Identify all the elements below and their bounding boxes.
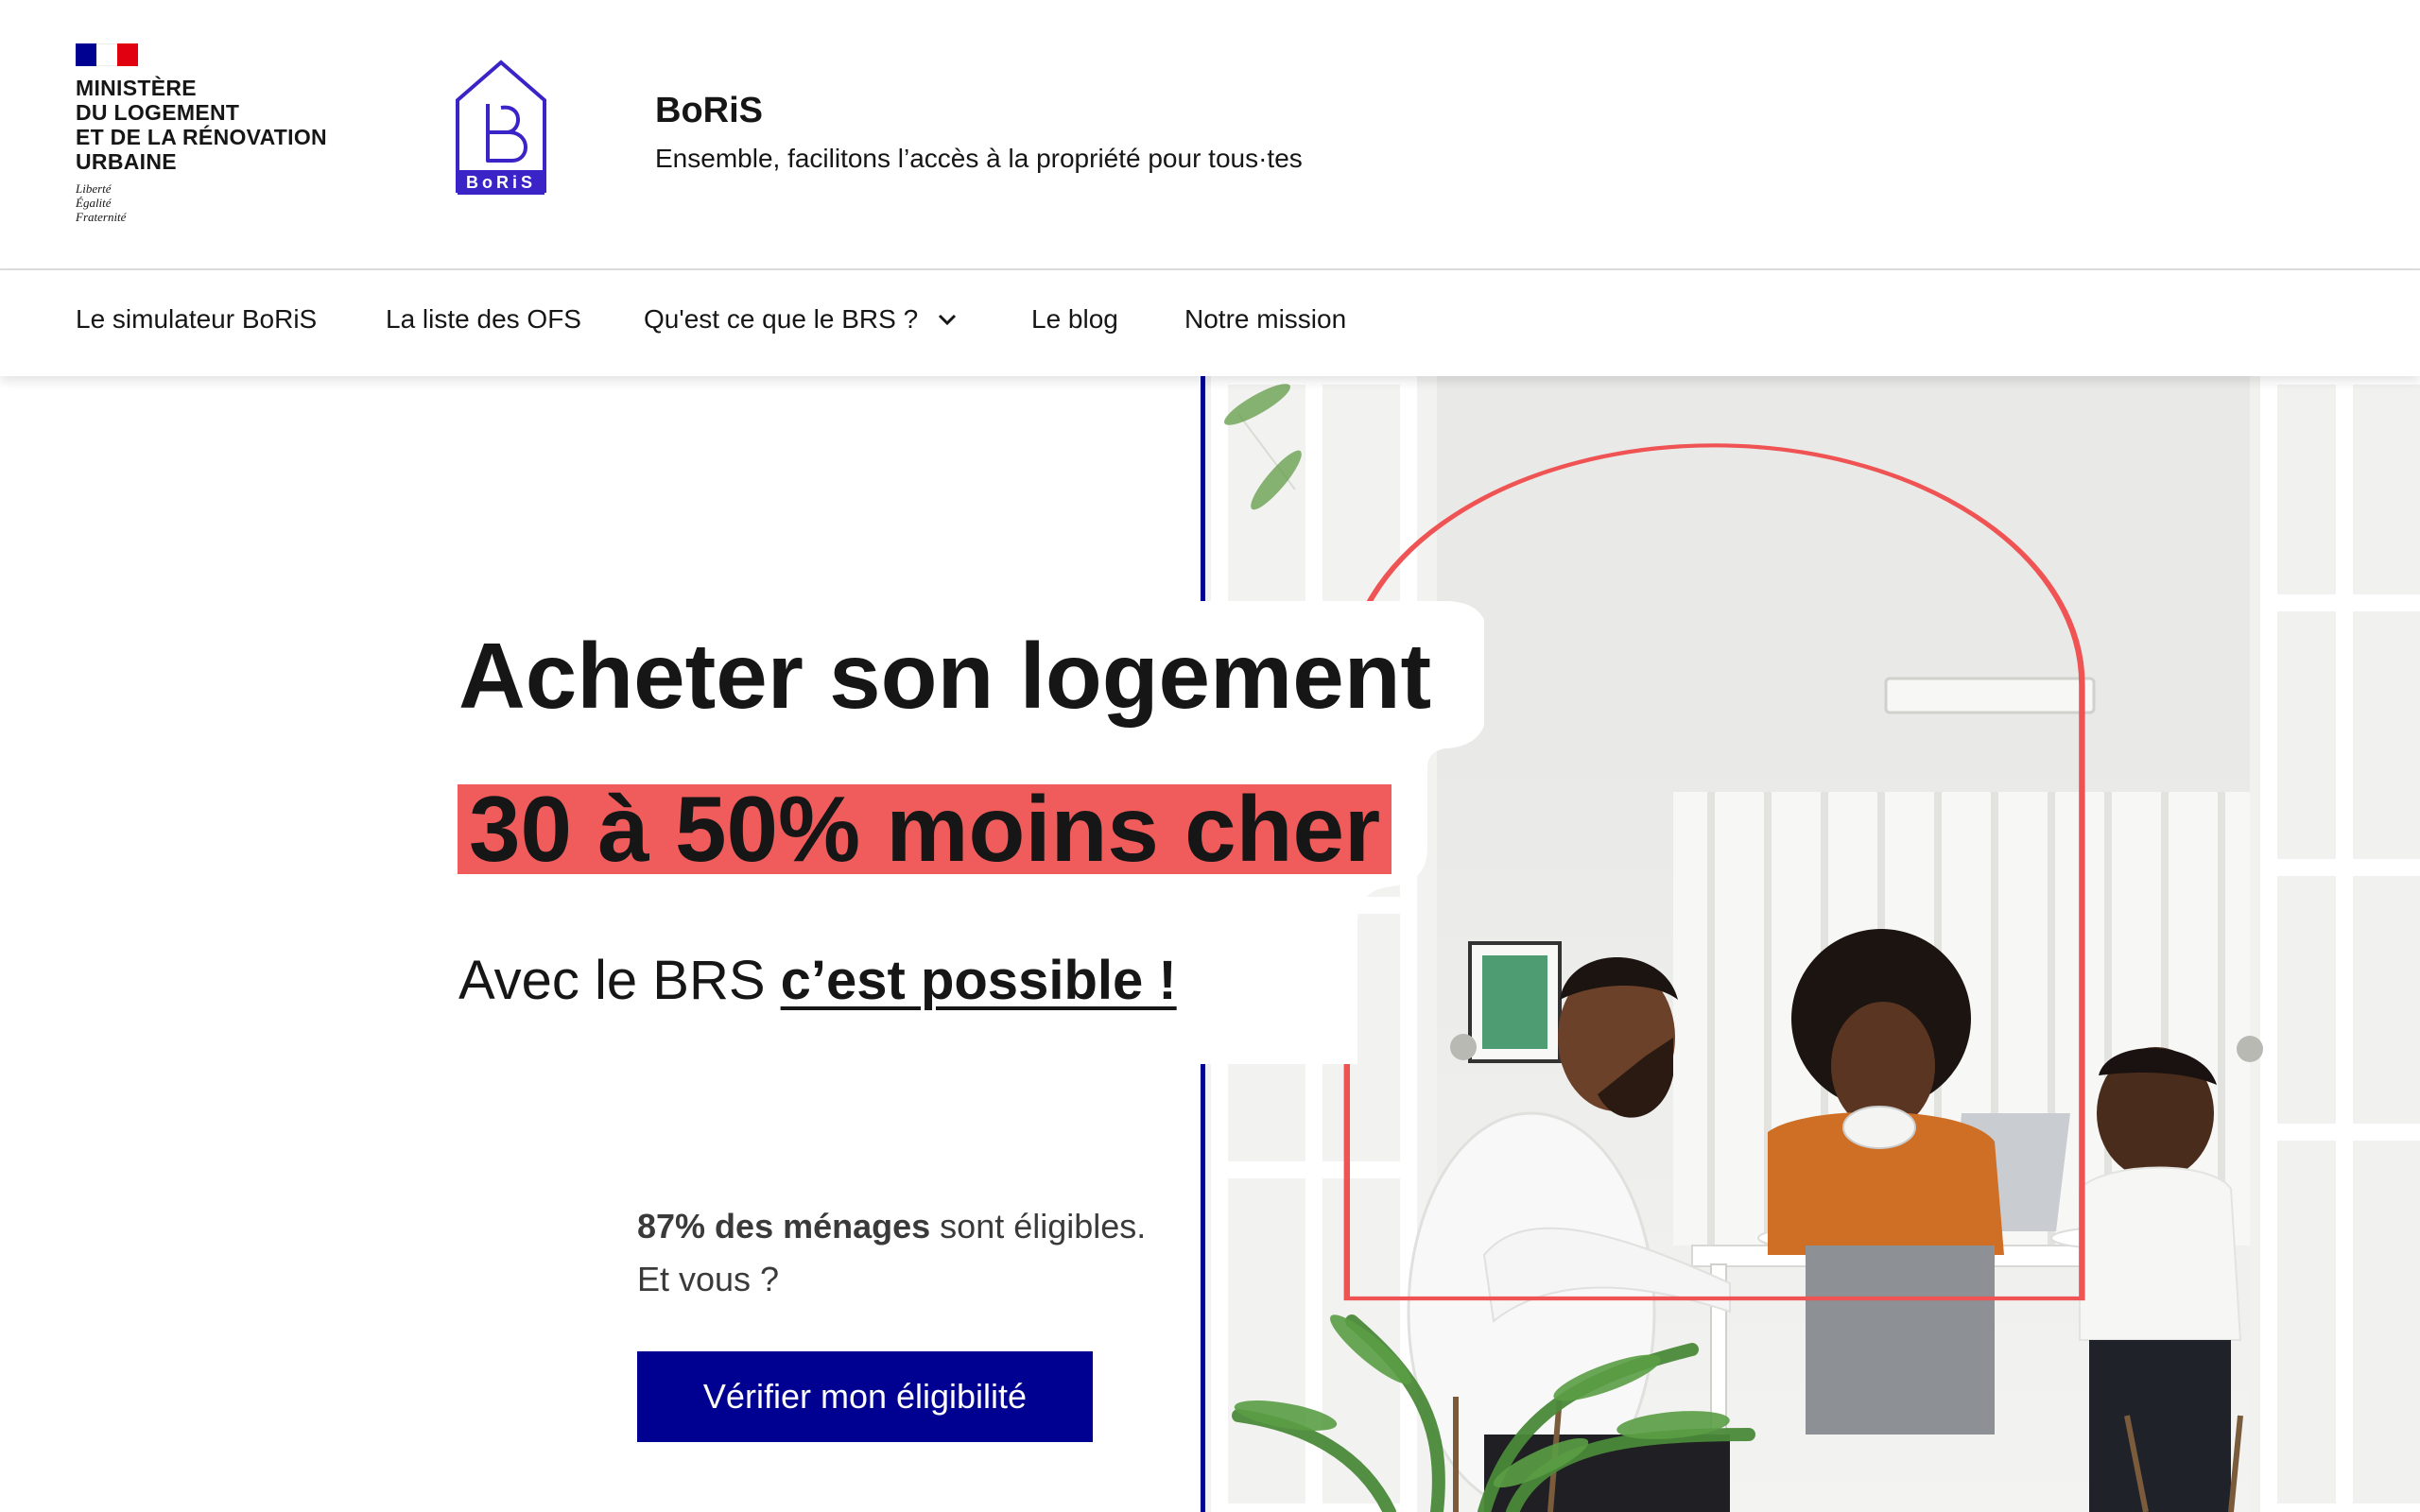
government-logo[interactable]: MINISTÈRE DU LOGEMENT ET DE LA RÉNOVATIO…: [76, 43, 359, 224]
site-title[interactable]: BoRiS: [655, 91, 763, 131]
hero-highlight: 30 à 50% moins cher: [458, 782, 1392, 875]
nav-item-liste-ofs[interactable]: La liste des OFS: [386, 304, 581, 335]
nav-item-label: Qu'est ce que le BRS ?: [644, 304, 919, 334]
main-navigation: Le simulateur BoRiS La liste des OFS Qu'…: [0, 270, 2420, 376]
ministry-name: MINISTÈRE DU LOGEMENT ET DE LA RÉNOVATIO…: [76, 76, 327, 174]
nav-item-simulateur[interactable]: Le simulateur BoRiS: [76, 304, 317, 335]
stat-question: Et vous ?: [637, 1260, 780, 1298]
hero-subtitle-link[interactable]: c’est possible !: [781, 950, 1177, 1011]
nav-item-label: Le blog: [1031, 304, 1118, 334]
boris-logo-text: BoRiS: [466, 173, 536, 192]
verify-eligibility-button[interactable]: Vérifier mon éligibilité: [637, 1351, 1093, 1442]
chevron-down-icon: [939, 314, 957, 326]
site-tagline: Ensemble, facilitons l’accès à la propri…: [655, 144, 1303, 173]
french-flag-icon: [76, 43, 138, 66]
hero-subtitle-prefix: Avec le BRS: [458, 950, 781, 1011]
eligibility-stat: 87% des ménages sont éligibles. Et vous …: [637, 1200, 1146, 1306]
hero-title: Acheter son logement: [458, 624, 1432, 728]
nav-item-brs-dropdown[interactable]: Qu'est ce que le BRS ?: [644, 304, 958, 335]
site-header: MINISTÈRE DU LOGEMENT ET DE LA RÉNOVATIO…: [0, 0, 2420, 270]
boris-logo[interactable]: BoRiS: [454, 59, 548, 198]
nav-item-label: Le simulateur BoRiS: [76, 304, 318, 334]
stat-highlight: 87% des ménages: [637, 1207, 931, 1246]
nav-item-blog[interactable]: Le blog: [1031, 304, 1118, 335]
nav-item-label: Notre mission: [1184, 304, 1347, 334]
stat-text: sont éligibles.: [930, 1207, 1147, 1246]
republic-motto: Liberté Égalité Fraternité: [76, 181, 127, 224]
hero-subtitle: Avec le BRS c’est possible !: [458, 949, 1177, 1012]
nav-item-mission[interactable]: Notre mission: [1184, 304, 1346, 335]
nav-item-label: La liste des OFS: [386, 304, 581, 334]
